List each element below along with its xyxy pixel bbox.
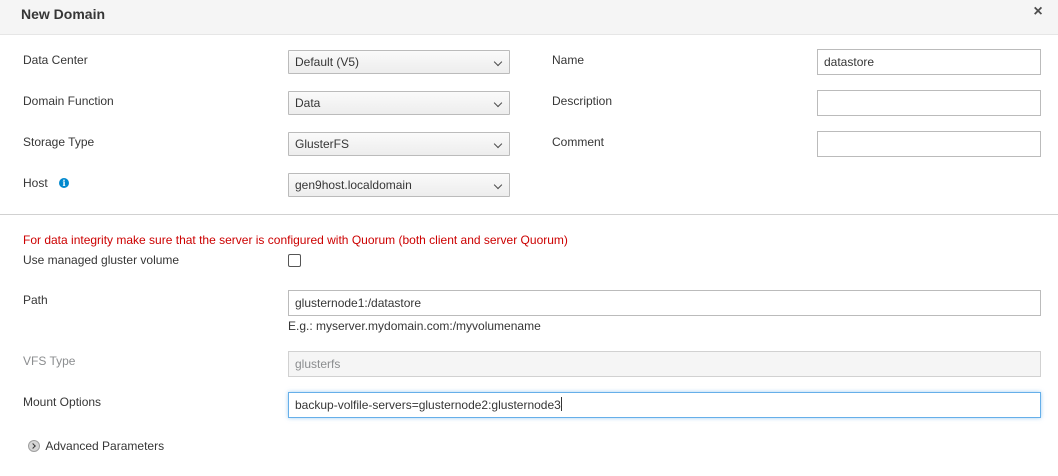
- chevron-down-icon: [493, 98, 503, 108]
- path-label: Path: [23, 293, 48, 307]
- mount-options-label: Mount Options: [23, 395, 102, 409]
- data-center-value: Default (V5): [295, 55, 360, 69]
- chevron-down-icon: [493, 57, 503, 67]
- vfs-type-label: VFS Type: [23, 354, 76, 368]
- name-input[interactable]: datastore: [817, 49, 1041, 75]
- domain-function-select[interactable]: Data: [288, 91, 510, 115]
- description-label: Description: [552, 94, 613, 108]
- description-input[interactable]: [817, 90, 1041, 116]
- mount-options-input[interactable]: backup-volfile-servers=glusternode2:glus…: [288, 392, 1041, 418]
- host-select[interactable]: gen9host.localdomain: [288, 173, 510, 197]
- storage-type-select[interactable]: GlusterFS: [288, 132, 510, 156]
- chevron-down-icon: [493, 180, 503, 190]
- comment-label: Comment: [552, 135, 605, 149]
- managed-volume-label: Use managed gluster volume: [23, 253, 180, 267]
- chevron-down-icon: [493, 139, 503, 149]
- domain-function-label: Domain Function: [23, 94, 114, 108]
- advanced-parameters-label: Advanced Parameters: [45, 439, 165, 453]
- comment-input[interactable]: [817, 131, 1041, 157]
- storage-type-value: GlusterFS: [295, 137, 350, 151]
- quorum-warning: For data integrity make sure that the se…: [23, 233, 568, 247]
- dialog-title: New Domain: [21, 6, 106, 22]
- host-label: Host: [23, 176, 48, 190]
- path-input[interactable]: glusternode1:/datastore: [288, 290, 1041, 316]
- managed-volume-checkbox[interactable]: [288, 254, 301, 267]
- mount-options-value: backup-volfile-servers=glusternode2:glus…: [295, 398, 561, 412]
- data-center-select[interactable]: Default (V5): [288, 50, 510, 74]
- dialog-header: New Domain ×: [0, 0, 1058, 35]
- name-label: Name: [552, 53, 585, 67]
- domain-function-value: Data: [295, 96, 321, 110]
- advanced-parameters-toggle[interactable]: Advanced Parameters: [28, 439, 164, 455]
- info-icon[interactable]: i: [59, 178, 69, 188]
- new-domain-dialog: New Domain × Data Center Default (V5) Do…: [0, 0, 1058, 476]
- storage-type-label: Storage Type: [23, 135, 95, 149]
- vfs-type-input: glusterfs: [288, 351, 1041, 377]
- path-hint: E.g.: myserver.mydomain.com:/myvolumenam…: [288, 319, 541, 333]
- section-divider: [0, 214, 1058, 215]
- close-icon[interactable]: ×: [1029, 2, 1047, 22]
- host-value: gen9host.localdomain: [295, 178, 412, 192]
- chevron-right-icon: [28, 440, 40, 452]
- data-center-label: Data Center: [23, 53, 88, 67]
- text-cursor: [560, 397, 562, 411]
